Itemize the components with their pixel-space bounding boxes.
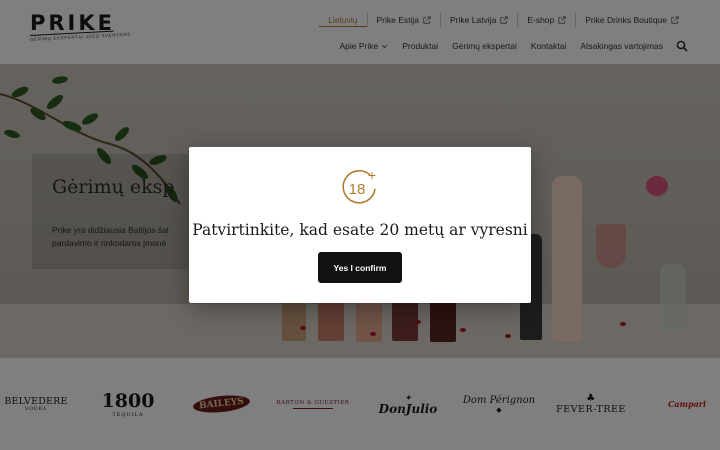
age-verification-modal: 18 + Patvirtinkite, kad esate 20 metų ar…	[189, 147, 531, 303]
age-badge-plus: +	[368, 167, 376, 183]
age-18-plus-icon: 18 +	[342, 167, 376, 204]
brands-overlay	[0, 358, 720, 450]
confirm-age-button[interactable]: Yes I confirm	[318, 252, 402, 283]
brand-logo-strip: BELVEDERE VODKA 1800 TEQUILA BAILEYS BAR…	[0, 358, 720, 450]
site-header: PRIKE GĖRIMŲ EKSPERTAI JŪSŲ SVENTĖMS Lie…	[0, 0, 720, 64]
age-badge-number: 18	[349, 181, 366, 198]
header-overlay	[0, 0, 720, 64]
age-confirm-question: Patvirtinkite, kad esate 20 metų ar vyre…	[192, 221, 528, 239]
